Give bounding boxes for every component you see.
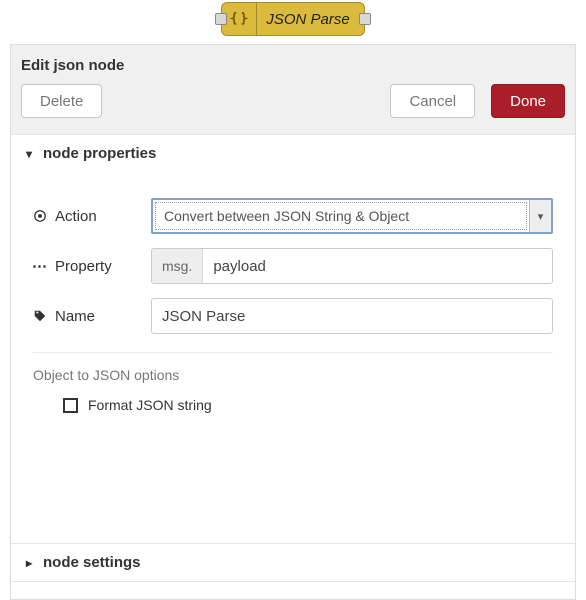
node-properties-title: node properties — [43, 145, 156, 162]
tag-icon — [33, 309, 47, 323]
format-json-checkbox[interactable] — [63, 398, 78, 413]
options-title: Object to JSON options — [33, 367, 553, 383]
divider — [33, 352, 553, 353]
cancel-button[interactable]: Cancel — [390, 84, 475, 118]
node-properties-section-header[interactable]: ▾ node properties — [11, 135, 575, 172]
delete-button[interactable]: Delete — [21, 84, 102, 118]
json-node-badge[interactable]: JSON Parse — [221, 2, 364, 36]
property-input[interactable]: msg. — [151, 248, 553, 284]
action-label: Action — [55, 208, 97, 225]
node-label: JSON Parse — [266, 11, 349, 28]
name-label: Name — [55, 308, 95, 325]
node-input-port[interactable] — [215, 13, 227, 25]
chevron-right-icon: ▸ — [23, 556, 35, 570]
chevron-down-icon[interactable]: ▾ — [529, 200, 551, 232]
property-value-input[interactable] — [203, 249, 552, 283]
done-button[interactable]: Done — [491, 84, 565, 118]
node-settings-title: node settings — [43, 554, 141, 571]
action-select-value: Convert between JSON String & Object — [155, 202, 527, 230]
action-select[interactable]: Convert between JSON String & Object ▾ — [151, 198, 553, 234]
property-label: Property — [55, 258, 112, 275]
node-output-port[interactable] — [359, 13, 371, 25]
panel-title: Edit json node — [21, 57, 565, 74]
ellipsis-icon: ⋯ — [33, 257, 47, 275]
action-target-icon — [33, 209, 47, 223]
braces-icon — [228, 8, 250, 30]
node-settings-section-header[interactable]: ▸ node settings — [11, 544, 575, 581]
chevron-down-icon: ▾ — [23, 147, 35, 161]
property-type-prefix[interactable]: msg. — [152, 249, 203, 283]
name-input[interactable] — [151, 298, 553, 334]
format-json-checkbox-label: Format JSON string — [88, 397, 212, 413]
edit-panel: Edit json node Delete Cancel Done ▾ node… — [10, 44, 576, 600]
